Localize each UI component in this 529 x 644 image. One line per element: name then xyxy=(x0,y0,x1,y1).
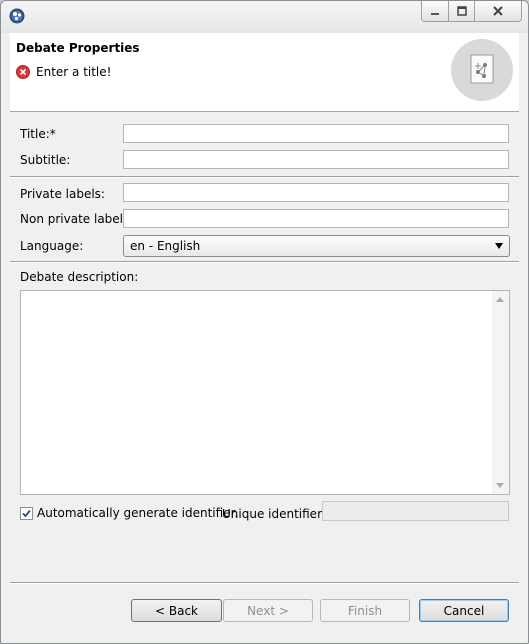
scroll-down-icon[interactable] xyxy=(496,483,504,488)
title-label: Title:* xyxy=(20,127,56,141)
description-label: Debate description: xyxy=(20,270,139,284)
description-textarea[interactable] xyxy=(20,290,510,495)
checkmark-icon xyxy=(22,509,31,518)
footer-separator xyxy=(10,582,519,584)
maximize-icon xyxy=(456,6,467,16)
wizard-header: Debate Properties Enter a title! xyxy=(10,33,519,112)
unique-identifier-label: Unique identifier:* xyxy=(222,507,332,521)
scroll-up-icon[interactable] xyxy=(496,297,504,302)
vertical-scrollbar[interactable] xyxy=(492,291,509,494)
subtitle-label: Subtitle: xyxy=(20,153,71,167)
next-button[interactable]: Next > xyxy=(223,599,313,622)
error-message: Enter a title! xyxy=(36,65,112,79)
form-area: Title:* Subtitle: Private labels: Non pr… xyxy=(10,112,519,582)
error-icon xyxy=(16,65,30,79)
minimize-icon xyxy=(431,13,439,15)
language-label: Language: xyxy=(20,239,84,253)
auto-identifier-label[interactable]: Automatically generate identifier. xyxy=(37,506,238,520)
non-private-labels-label: Non private labels: xyxy=(20,212,134,226)
dropdown-arrow-icon xyxy=(495,243,503,249)
unique-identifier-input xyxy=(322,501,509,521)
cancel-button[interactable]: Cancel xyxy=(419,599,509,622)
finish-button[interactable]: Finish xyxy=(320,599,410,622)
separator xyxy=(10,261,519,263)
close-icon xyxy=(493,6,503,16)
separator xyxy=(10,176,519,178)
maximize-button[interactable] xyxy=(449,1,475,22)
auto-identifier-checkbox[interactable] xyxy=(20,507,33,520)
subtitle-input[interactable] xyxy=(123,150,509,169)
private-labels-input[interactable] xyxy=(123,183,509,202)
private-labels-label: Private labels: xyxy=(20,187,105,201)
wizard-banner-icon xyxy=(451,39,513,101)
non-private-labels-input[interactable] xyxy=(123,209,509,228)
page-title: Debate Properties xyxy=(16,41,140,55)
title-input[interactable] xyxy=(123,124,509,143)
title-bar[interactable] xyxy=(1,1,528,33)
minimize-button[interactable] xyxy=(421,1,449,22)
app-icon xyxy=(9,8,25,24)
language-value: en - English xyxy=(130,239,201,253)
language-select[interactable]: en - English xyxy=(123,235,510,257)
close-button[interactable] xyxy=(475,1,522,22)
back-button[interactable]: < Back xyxy=(131,599,222,622)
document-star-icon xyxy=(470,54,494,84)
dialog-window: Debate Properties Enter a title! Title:*… xyxy=(0,0,529,644)
